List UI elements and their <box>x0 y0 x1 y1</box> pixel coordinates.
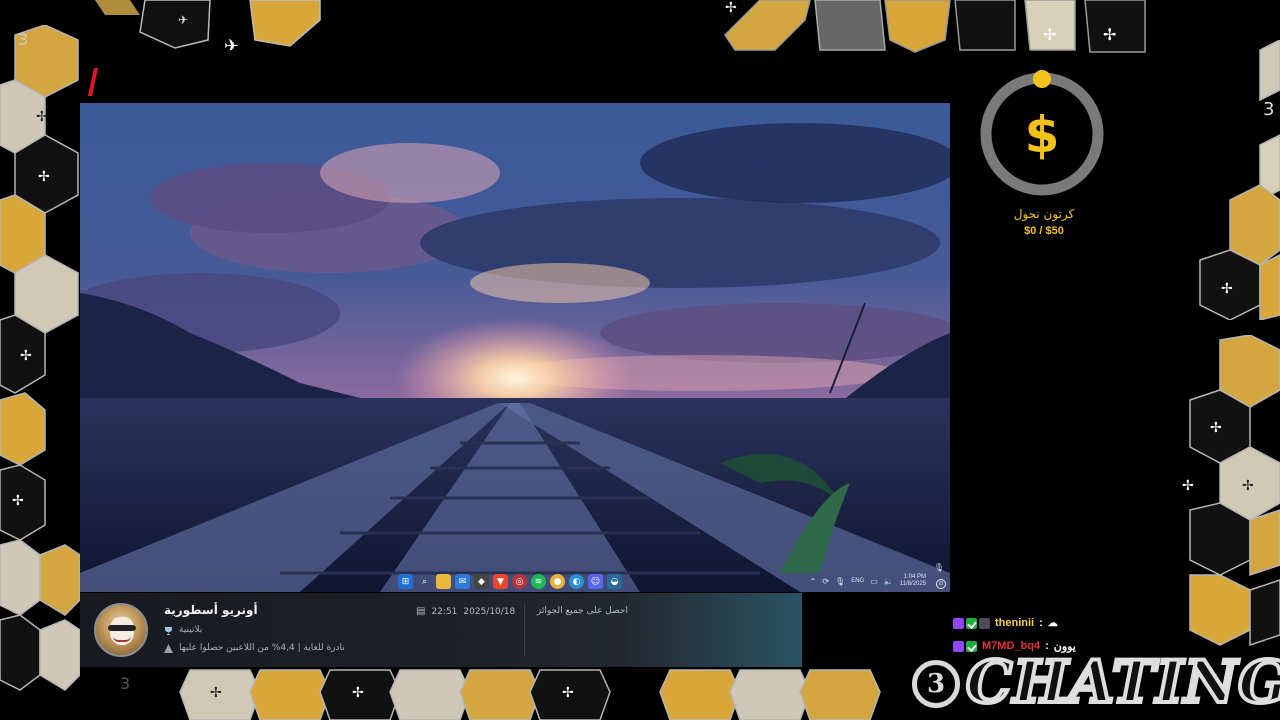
svg-text:3: 3 <box>18 30 28 49</box>
achievement-title: أونريو أسطورية <box>164 603 258 617</box>
svg-text:3: 3 <box>120 674 130 693</box>
volume-icon[interactable]: 🔈 <box>884 577 894 586</box>
svg-text:✢: ✢ <box>210 685 222 701</box>
monitor-icon[interactable]: ▭ <box>870 577 878 586</box>
svg-text:✢: ✢ <box>1221 281 1233 297</box>
svg-text:✢: ✢ <box>36 109 48 125</box>
svg-text:✢: ✢ <box>1182 478 1194 494</box>
language-indicator[interactable]: ENG <box>851 578 864 584</box>
svg-text:3: 3 <box>1263 99 1274 120</box>
microphone-icon[interactable]: 🎙 <box>835 577 845 586</box>
svg-text:✢: ✢ <box>352 685 364 701</box>
goal-label: كرتون نحول <box>1013 207 1075 221</box>
svg-text:✢: ✢ <box>1043 25 1056 44</box>
clock-time: 1:04 PM <box>903 574 926 580</box>
achievement-divider <box>524 603 525 657</box>
svg-text:✢: ✢ <box>1242 478 1254 494</box>
achievement-avatar <box>94 603 148 657</box>
mail-icon[interactable]: ✉ <box>455 574 470 589</box>
svg-text:✢: ✢ <box>1103 25 1116 44</box>
rarity-icon <box>164 643 173 653</box>
trophy-stack-icon: ▤ <box>416 606 426 617</box>
red-slash-mark <box>88 68 98 96</box>
achievement-rarity: نادرة للغاية | 4,4% من اللاعبين حصلوا عل… <box>179 643 345 653</box>
goal-ring: $ <box>980 70 1104 196</box>
discord-icon[interactable]: ☺ <box>588 574 603 589</box>
chat-username: theninii <box>995 617 1035 629</box>
edge-icon[interactable]: ◐ <box>569 574 584 589</box>
sync-icon[interactable]: ⟳ <box>822 577 829 586</box>
achievement-datetime: ▤ 22:51 2025/10/18 <box>416 606 515 617</box>
svg-text:✈: ✈ <box>178 13 188 27</box>
achievement-date: 2025/10/18 <box>463 606 516 617</box>
brave-icon[interactable]: ▼ <box>493 574 508 589</box>
svg-text:✢: ✢ <box>725 0 737 16</box>
achievement-tier-row: بلاتينية <box>164 625 202 635</box>
dollar-icon: $ <box>1025 106 1060 164</box>
hex-pattern-right-bottom: ✢ ✢ ✢ <box>1170 335 1280 655</box>
gamer-badge-icon <box>979 617 990 629</box>
svg-text:✢: ✢ <box>38 169 50 185</box>
chat-emote-icon: ☁ <box>1047 617 1058 629</box>
search-icon[interactable]: ⌕ <box>417 574 432 589</box>
chat-separator: : <box>1039 617 1043 629</box>
svg-text:✢: ✢ <box>1210 420 1222 436</box>
goal-progress-knob <box>1033 70 1051 88</box>
steam-overlay-icon[interactable]: ◎ <box>512 574 527 589</box>
goal-amount: $0 / $50 <box>1024 225 1064 237</box>
spotify-icon[interactable]: ≋ <box>531 574 546 589</box>
wallpaper-railway-sunset <box>80 103 950 592</box>
system-tray: ⌃ ⟳ 🎙 ENG ▭ 🔈 1:04 PM 11/8/2025 <box>810 574 926 588</box>
hex-pattern-bottom: ✢ ✢ ✢ 3 <box>80 667 910 720</box>
brand-logo-text: CHATING <box>964 646 1280 718</box>
chevron-up-icon[interactable]: ⌃ <box>810 577 817 586</box>
achievement-rarity-row: نادرة للغاية | 4,4% من اللاعبين حصلوا عل… <box>164 643 345 653</box>
achievement-reward-text: احصل على جميع الجوائز <box>536 606 628 616</box>
moderator-badge-icon <box>966 617 977 629</box>
achievement-tier: بلاتينية <box>179 625 203 635</box>
svg-text:✈: ✈ <box>224 36 239 50</box>
hex-pattern-left: ✢ ✢ ✢ ✢ 3 <box>0 25 80 720</box>
notification-icon[interactable]: ⊙ <box>936 579 946 589</box>
brand-logo-mark: 3 <box>912 660 960 708</box>
svg-text:✢: ✢ <box>12 493 24 509</box>
clock-date: 11/8/2025 <box>899 581 926 587</box>
svg-text:✢: ✢ <box>20 348 32 364</box>
captured-desktop-screen: ⊞ ⌕ ✉ ◆ ▼ ◎ ≋ ● ◐ ☺ ◒ ⌃ ⟳ 🎙 ENG ▭ 🔈 1:04… <box>80 103 950 592</box>
achievement-notification: أونريو أسطورية بلاتينية نادرة للغاية | 4… <box>80 593 802 667</box>
steam-icon[interactable]: ◒ <box>607 574 622 589</box>
file-explorer-icon[interactable] <box>436 574 451 589</box>
taskbar-clock[interactable]: 1:04 PM 11/8/2025 <box>900 574 926 588</box>
windows-start-icon[interactable]: ⊞ <box>398 574 413 589</box>
achievement-time: 22:51 <box>431 606 458 617</box>
twitch-badge-icon <box>953 617 964 629</box>
hex-pattern-top-right: ✢ ✢ ✢ <box>715 0 1150 55</box>
mic-overlay-icon: 🎙 <box>933 563 944 572</box>
windows-taskbar: ⊞ ⌕ ✉ ◆ ▼ ◎ ≋ ● ◐ ☺ ◒ ⌃ ⟳ 🎙 ENG ▭ 🔈 1:04… <box>80 572 950 592</box>
hex-pattern-right-top: 3 ✢ <box>1195 40 1280 320</box>
app-icon[interactable]: ◆ <box>474 574 489 589</box>
trophy-icon <box>165 626 172 635</box>
chrome-icon[interactable]: ● <box>550 574 565 589</box>
twitch-badge-icon <box>953 640 964 652</box>
svg-text:✢: ✢ <box>562 685 574 701</box>
chat-message: theninii : ☁ <box>953 615 1058 631</box>
